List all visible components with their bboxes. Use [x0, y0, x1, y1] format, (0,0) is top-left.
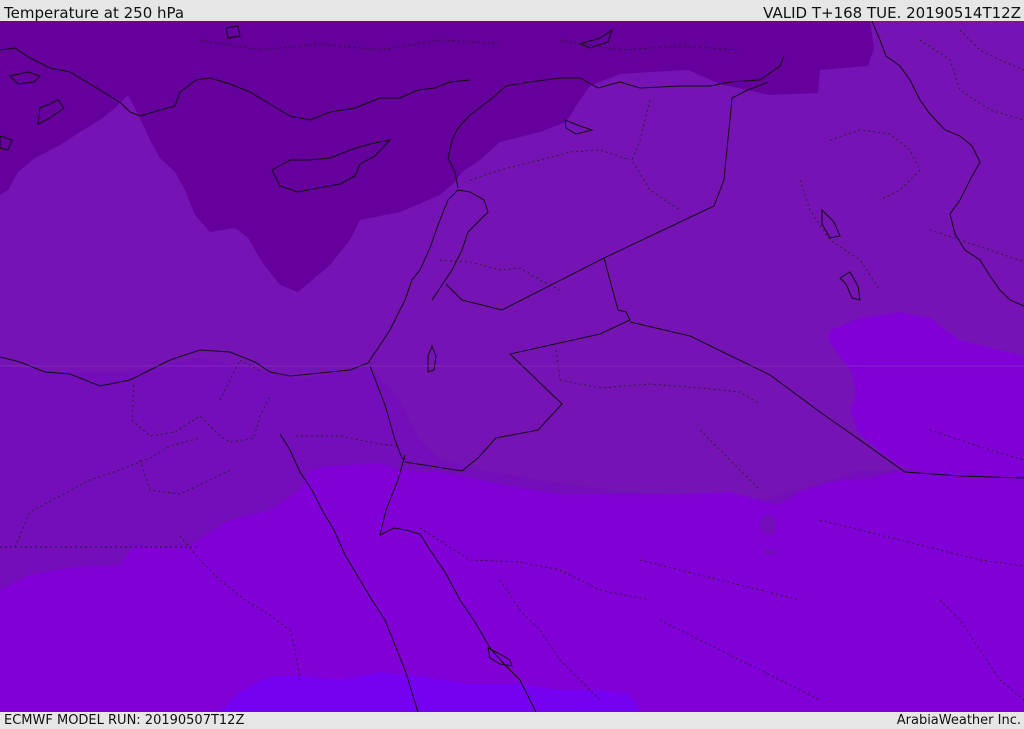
weather-map — [0, 21, 1024, 712]
temperature-map-canvas — [0, 21, 1024, 712]
temperature-patch-red-sea — [760, 515, 776, 535]
model-run-label: ECMWF MODEL RUN: 20190507T12Z — [4, 713, 245, 728]
valid-time-label: VALID T+168 TUE. 20190514T12Z — [763, 4, 1021, 21]
footer-bar: ECMWF MODEL RUN: 20190507T12Z ArabiaWeat… — [0, 712, 1024, 729]
map-title: Temperature at 250 hPa — [4, 4, 185, 21]
credit-label: ArabiaWeather Inc. — [896, 713, 1021, 728]
temperature-patch-gulf — [764, 549, 776, 555]
header-bar: Temperature at 250 hPa VALID T+168 TUE. … — [0, 0, 1024, 21]
